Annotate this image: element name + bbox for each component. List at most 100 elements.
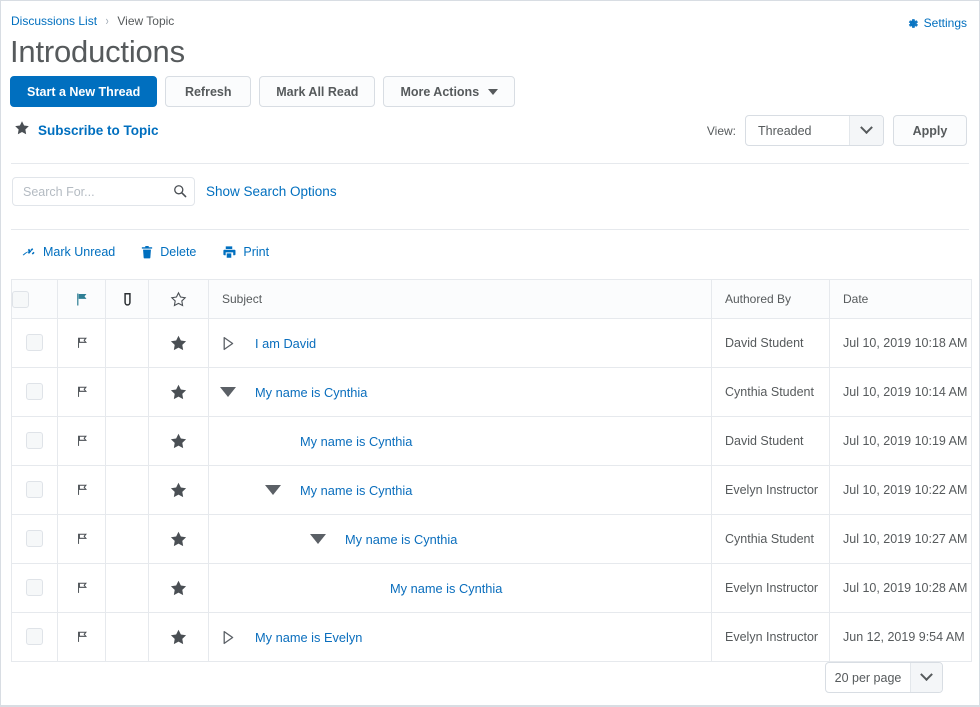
table-row[interactable]: My name is Cynthia David Student Jul 10, 2… xyxy=(11,416,972,466)
row-checkbox[interactable] xyxy=(26,628,43,646)
row-flag-cell[interactable] xyxy=(57,612,106,662)
per-page-select[interactable]: 20 per page xyxy=(825,662,943,693)
column-header-star[interactable] xyxy=(148,279,209,319)
delete-button[interactable]: Delete xyxy=(141,245,196,259)
column-header-date[interactable]: Date xyxy=(829,279,972,319)
flag-icon[interactable] xyxy=(58,417,105,465)
row-checkbox[interactable] xyxy=(26,579,43,597)
refresh-button[interactable]: Refresh xyxy=(165,76,252,107)
thread-subject-link[interactable]: My name is Evelyn xyxy=(255,630,362,645)
row-flag-cell[interactable] xyxy=(57,514,106,564)
apply-button[interactable]: Apply xyxy=(893,115,967,146)
view-select[interactable]: Threaded xyxy=(745,115,884,146)
search-box[interactable] xyxy=(12,177,195,206)
star-icon[interactable] xyxy=(149,368,208,416)
thread-subject-link[interactable]: My name is Cynthia xyxy=(390,581,502,596)
author-name: Cynthia Student xyxy=(725,532,814,546)
star-icon[interactable] xyxy=(149,515,208,563)
row-checkbox[interactable] xyxy=(26,383,43,401)
row-subject-cell[interactable]: I am David xyxy=(208,318,712,368)
chevron-down-icon[interactable] xyxy=(910,663,942,692)
row-star-cell[interactable] xyxy=(148,367,209,417)
expand-thread-toggle[interactable] xyxy=(217,613,239,661)
star-icon[interactable] xyxy=(149,466,208,514)
thread-subject-link[interactable]: My name is Cynthia xyxy=(300,483,412,498)
row-checkbox[interactable] xyxy=(26,334,43,352)
row-select-cell[interactable] xyxy=(11,514,58,564)
subscribe-to-topic-button[interactable]: Subscribe to Topic xyxy=(14,120,159,141)
table-row[interactable]: My name is Cynthia Cynthia Student Jul 10,… xyxy=(11,367,972,417)
column-header-subject[interactable]: Subject xyxy=(208,279,712,319)
flag-icon[interactable] xyxy=(58,368,105,416)
thread-subject-link[interactable]: My name is Cynthia xyxy=(255,385,367,400)
flag-icon[interactable] xyxy=(58,515,105,563)
show-search-options-link[interactable]: Show Search Options xyxy=(206,184,337,199)
author-name: David Student xyxy=(725,434,804,448)
row-star-cell[interactable] xyxy=(148,563,209,613)
row-flag-cell[interactable] xyxy=(57,318,106,368)
table-row[interactable]: My name is Cynthia Cynthia Student Jul 10,… xyxy=(11,514,972,564)
row-select-cell[interactable] xyxy=(11,465,58,515)
flag-icon[interactable] xyxy=(58,466,105,514)
more-actions-button[interactable]: More Actions xyxy=(383,76,516,107)
row-star-cell[interactable] xyxy=(148,465,209,515)
row-subject-cell[interactable]: My name is Evelyn xyxy=(208,612,712,662)
row-flag-cell[interactable] xyxy=(57,416,106,466)
row-flag-cell[interactable] xyxy=(57,465,106,515)
row-star-cell[interactable] xyxy=(148,612,209,662)
row-subject-cell[interactable]: My name is Cynthia xyxy=(208,367,712,417)
star-icon[interactable] xyxy=(149,613,208,661)
table-row[interactable]: My name is Cynthia Evelyn Instructor Jul 1… xyxy=(11,465,972,515)
flag-icon[interactable] xyxy=(58,564,105,612)
row-checkbox[interactable] xyxy=(26,530,43,548)
row-subject-cell[interactable]: My name is Cynthia xyxy=(208,563,712,613)
star-icon[interactable] xyxy=(149,319,208,367)
row-subject-cell[interactable]: My name is Cynthia xyxy=(208,465,712,515)
breadcrumb-discussions-list-link[interactable]: Discussions List xyxy=(11,14,97,28)
row-checkbox[interactable] xyxy=(26,432,43,450)
expand-thread-toggle[interactable] xyxy=(217,319,239,367)
threads-table-head: Subject Authored By Date xyxy=(11,279,972,319)
row-select-cell[interactable] xyxy=(11,416,58,466)
column-header-attachment[interactable] xyxy=(105,279,149,319)
flag-icon[interactable] xyxy=(58,613,105,661)
search-button[interactable] xyxy=(169,182,190,203)
chevron-down-icon[interactable] xyxy=(849,116,883,145)
row-subject-cell[interactable]: My name is Cynthia xyxy=(208,416,712,466)
select-all-checkbox[interactable] xyxy=(12,290,29,308)
row-select-cell[interactable] xyxy=(11,563,58,613)
star-icon[interactable] xyxy=(149,564,208,612)
mark-all-read-button[interactable]: Mark All Read xyxy=(259,76,376,107)
row-star-cell[interactable] xyxy=(148,318,209,368)
row-checkbox[interactable] xyxy=(26,481,43,499)
row-select-cell[interactable] xyxy=(11,612,58,662)
table-row[interactable]: I am David David Student Jul 10, 2019 10:1… xyxy=(11,318,972,368)
column-header-flag[interactable] xyxy=(57,279,106,319)
thread-subject-link[interactable]: I am David xyxy=(255,336,316,351)
search-input[interactable] xyxy=(13,178,165,205)
table-row[interactable]: My name is Evelyn Evelyn Instructor Jun 12… xyxy=(11,612,972,662)
row-flag-cell[interactable] xyxy=(57,367,106,417)
thread-subject-link[interactable]: My name is Cynthia xyxy=(345,532,457,547)
start-new-thread-button[interactable]: Start a New Thread xyxy=(10,76,158,107)
collapse-thread-toggle[interactable] xyxy=(307,515,329,563)
thread-toggle-placeholder xyxy=(352,564,374,612)
flag-icon[interactable] xyxy=(58,319,105,367)
row-subject-cell[interactable]: My name is Cynthia xyxy=(208,514,712,564)
row-select-cell[interactable] xyxy=(11,318,58,368)
column-header-author[interactable]: Authored By xyxy=(711,279,830,319)
settings-button[interactable]: Settings xyxy=(906,16,967,30)
table-row[interactable]: My name is Cynthia Evelyn Instructor Jul 1… xyxy=(11,563,972,613)
collapse-thread-toggle[interactable] xyxy=(262,466,284,514)
threads-table-body: I am David David Student Jul 10, 2019 10:1… xyxy=(11,318,972,662)
row-star-cell[interactable] xyxy=(148,416,209,466)
thread-subject-link[interactable]: My name is Cynthia xyxy=(300,434,412,449)
row-select-cell[interactable] xyxy=(11,367,58,417)
row-star-cell[interactable] xyxy=(148,514,209,564)
collapse-thread-toggle[interactable] xyxy=(217,368,239,416)
mark-unread-button[interactable]: Mark Unread xyxy=(21,245,115,259)
row-flag-cell[interactable] xyxy=(57,563,106,613)
column-header-select-all[interactable] xyxy=(11,279,58,319)
star-icon[interactable] xyxy=(149,417,208,465)
print-button[interactable]: Print xyxy=(222,245,269,259)
